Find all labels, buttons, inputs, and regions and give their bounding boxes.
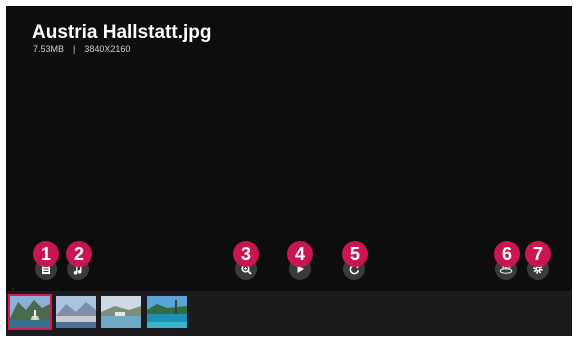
callout-5: 5 [342, 241, 368, 267]
mountain-city-thumbnail[interactable] [56, 296, 96, 328]
tropical-beach-thumbnail[interactable] [147, 296, 187, 328]
file-info: 7.53MB | 3840X2160 [33, 44, 130, 54]
bay-thumbnail[interactable] [101, 296, 141, 328]
file-size: 7.53MB [33, 44, 65, 54]
callout-2: 2 [66, 241, 92, 267]
file-title: Austria Hallstatt.jpg [32, 22, 212, 43]
info-separator: | [73, 44, 76, 54]
callout-4: 4 [287, 241, 313, 267]
callout-6: 6 [494, 241, 520, 267]
callout-1: 1 [33, 241, 59, 267]
photo-viewer: Austria Hallstatt.jpg 7.53MB | 3840X2160 [6, 6, 572, 336]
hallstatt-thumbnail[interactable] [8, 294, 52, 330]
callout-3: 3 [233, 241, 259, 267]
file-resolution: 3840X2160 [84, 44, 131, 54]
callout-7: 7 [525, 241, 551, 267]
